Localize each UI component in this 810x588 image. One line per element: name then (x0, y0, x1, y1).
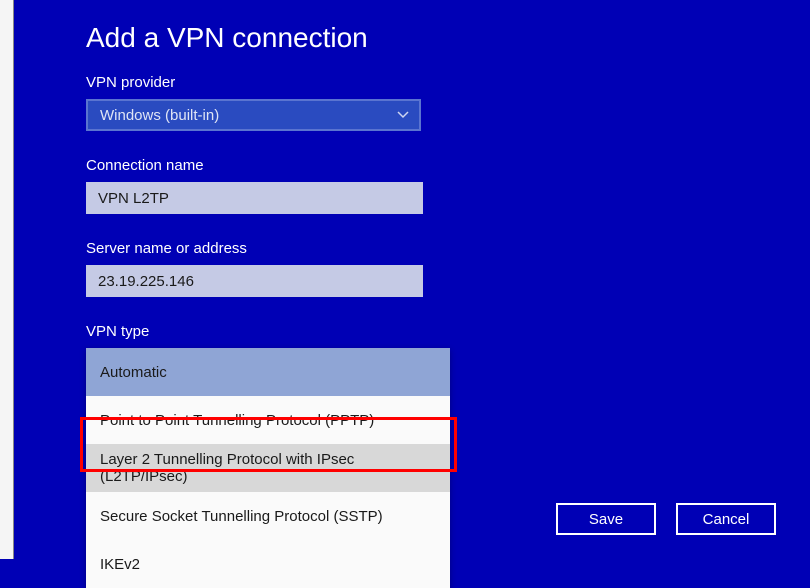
chevron-down-icon (393, 105, 413, 125)
connection-name-label: Connection name (86, 157, 786, 174)
vpn-type-option-ikev2[interactable]: IKEv2 (86, 540, 450, 588)
vpn-type-dropdown[interactable]: Automatic Point to Point Tunnelling Prot… (86, 348, 450, 588)
left-edge-panel (0, 0, 14, 559)
server-address-group: Server name or address (86, 240, 786, 297)
vpn-type-option-automatic[interactable]: Automatic (86, 348, 450, 396)
vpn-provider-label: VPN provider (86, 74, 786, 91)
server-address-label: Server name or address (86, 240, 786, 257)
vpn-type-group: VPN type Automatic Point to Point Tunnel… (86, 323, 786, 588)
vpn-provider-value: Windows (built-in) (100, 107, 219, 124)
vpn-type-label: VPN type (86, 323, 786, 340)
vpn-provider-group: VPN provider Windows (built-in) (86, 74, 786, 131)
vpn-provider-select[interactable]: Windows (built-in) (86, 99, 421, 131)
connection-name-group: Connection name (86, 157, 786, 214)
vpn-type-option-l2tp[interactable]: Layer 2 Tunnelling Protocol with IPsec (… (86, 444, 450, 492)
connection-name-input[interactable] (86, 182, 423, 214)
page-title: Add a VPN connection (86, 22, 786, 54)
save-button[interactable]: Save (556, 503, 656, 535)
server-address-input[interactable] (86, 265, 423, 297)
vpn-type-option-sstp[interactable]: Secure Socket Tunnelling Protocol (SSTP) (86, 492, 450, 540)
action-buttons: Save Cancel (556, 503, 776, 535)
vpn-type-option-pptp[interactable]: Point to Point Tunnelling Protocol (PPTP… (86, 396, 450, 444)
cancel-button[interactable]: Cancel (676, 503, 776, 535)
